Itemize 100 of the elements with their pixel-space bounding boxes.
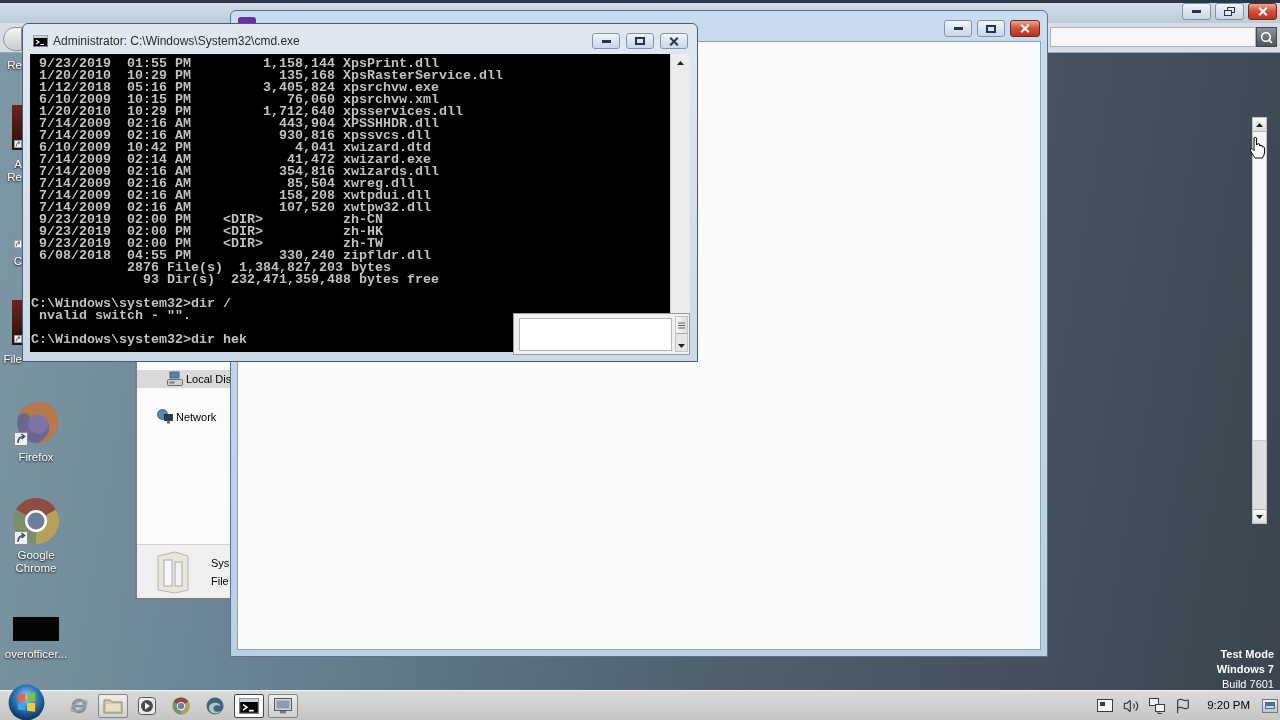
- console-line: 7/14/2009 02:14 AM 41,472 xwizard.exe: [39, 154, 431, 166]
- close-button[interactable]: [1248, 3, 1277, 20]
- icon-label: File: [3, 353, 22, 366]
- console-line: 9/23/2019 02:00 PM <DIR> zh-TW: [39, 238, 383, 250]
- caret-down-icon: [678, 344, 685, 348]
- minimize-button[interactable]: [1182, 3, 1211, 20]
- console-line: 7/14/2009 02:16 AM 158,208 xwtpdui.dll: [39, 190, 431, 202]
- speaker-icon[interactable]: [1123, 697, 1140, 714]
- play-icon: [138, 696, 156, 715]
- minimize-icon: [601, 39, 611, 43]
- console-line: 93 Dir(s) 232,471,359,488 bytes free: [143, 274, 439, 286]
- caret-down-icon: [1256, 514, 1263, 519]
- icon-label: overofficer...: [4, 648, 68, 661]
- network-icon: [157, 409, 173, 425]
- taskbar-button[interactable]: [234, 693, 264, 718]
- chrome-icon: [172, 696, 190, 715]
- caret-up-icon: [1256, 122, 1263, 127]
- file-thumbnail-icon[interactable]: [13, 617, 59, 641]
- swirl-icon: [206, 696, 224, 715]
- flag-icon[interactable]: [1175, 697, 1192, 714]
- search-icon: [1260, 30, 1273, 44]
- scroll-thumb[interactable]: [676, 317, 687, 334]
- close-icon: [1020, 24, 1030, 33]
- maximize-icon: [986, 24, 996, 33]
- close-button[interactable]: [660, 33, 688, 49]
- icon-label: Firefox: [18, 451, 54, 464]
- shortcut-arrow-icon: [14, 138, 22, 150]
- icon-label: Re: [7, 59, 22, 72]
- minimize-icon: [1192, 10, 1201, 13]
- terminal-icon: [239, 697, 259, 714]
- taskbar-button[interactable]: [268, 693, 298, 718]
- caret-up-icon: [677, 60, 684, 65]
- console-line: 9/23/2019 01:55 PM 1,158,144 XpsPrint.dll: [39, 58, 439, 70]
- system-notice-text: Build 7601: [1222, 677, 1274, 692]
- minimize-button[interactable]: [592, 33, 620, 49]
- folder-icon: [155, 549, 190, 594]
- hand-cursor-icon: [1249, 136, 1266, 159]
- windows-logo-icon: [7, 684, 45, 720]
- start-button[interactable]: [7, 684, 45, 720]
- console-line: 7/14/2009 02:16 AM 354,816 xwizards.dll: [39, 166, 439, 178]
- search-field[interactable]: [1050, 27, 1256, 47]
- scrollbar[interactable]: [675, 316, 688, 352]
- console-line: 6/10/2009 10:42 PM 4,041 xwizard.dtd: [39, 142, 431, 154]
- console-line: nvalid switch - "".: [39, 310, 191, 322]
- chrome-icon[interactable]: [12, 497, 60, 545]
- restore-button[interactable]: [1215, 3, 1244, 20]
- clock-time[interactable]: 9:20 PM: [1207, 696, 1250, 715]
- console-line: 1/20/2010 10:29 PM 135,168 XpsRasterService.dll: [39, 70, 503, 82]
- restore-icon: [1224, 7, 1235, 16]
- console-line: 7/14/2009 02:16 AM 443,904 XPSSHHDR.dll: [39, 118, 439, 130]
- console-line: 9/23/2019 02:00 PM <DIR> zh-CN: [39, 214, 383, 226]
- search-button[interactable]: [1256, 27, 1277, 47]
- icon-label: A Re: [6, 158, 22, 184]
- desktop-preview-icon: [1265, 702, 1275, 709]
- system-notice-text: Windows 7: [1216, 662, 1274, 677]
- console-line: 1/12/2018 05:16 PM 3,405,824 xpsrchvw.exe: [39, 82, 439, 94]
- show-desktop-button[interactable]: [1262, 698, 1278, 713]
- system-notice-text: Test Mode: [1220, 647, 1274, 662]
- shortcut-arrow-icon: [14, 432, 28, 446]
- console-line: 6/08/2018 04:55 PM 330,240 zipfldr.dll: [39, 250, 431, 262]
- minimize-icon: [953, 27, 963, 30]
- nav-item[interactable]: Local Dis: [137, 370, 230, 388]
- maximize-button[interactable]: [626, 33, 654, 49]
- minimize-button[interactable]: [944, 20, 972, 37]
- scroll-up-button[interactable]: [1253, 118, 1266, 132]
- nav-item[interactable]: Network: [137, 408, 230, 426]
- console-line: 7/14/2009 02:16 AM 930,816 xpssvcs.dll: [39, 130, 431, 142]
- shortcut-arrow-icon: [14, 333, 22, 345]
- terminal-icon: [33, 35, 48, 47]
- grip-icon: [678, 321, 685, 329]
- console-line: C:\Windows\system32>dir /: [31, 298, 231, 310]
- icon-label: Google Chrome: [14, 549, 58, 575]
- close-icon: [1257, 7, 1268, 16]
- console-line: 6/10/2009 10:15 PM 76,060 xpsrchvw.xml: [39, 94, 439, 106]
- console-line: 7/14/2009 02:16 AM 107,520 xwtpw32.dll: [39, 202, 431, 214]
- window-title: Administrator: C:\Windows\System32\cmd.exe: [53, 33, 300, 49]
- maximize-icon: [635, 37, 645, 45]
- back-button[interactable]: [3, 27, 22, 51]
- scroll-down-button[interactable]: [676, 341, 687, 351]
- console-line: 2876 File(s) 1,384,827,203 bytes: [127, 262, 391, 274]
- scrollbar[interactable]: [1252, 117, 1267, 524]
- scroll-thumb[interactable]: [1253, 132, 1266, 441]
- folder-icon: [103, 697, 123, 714]
- console-line: 1/20/2010 10:29 PM 1,712,640 xpsservices.dll: [39, 106, 463, 118]
- console-line: 7/14/2009 02:16 AM 85,504 xwreg.dll: [39, 178, 415, 190]
- details-text: Sys: [211, 555, 230, 571]
- close-button[interactable]: [1010, 20, 1040, 37]
- network-icon[interactable]: [1149, 697, 1166, 714]
- monitor-icon: [274, 697, 292, 714]
- details-text: File: [211, 573, 229, 589]
- close-icon: [669, 36, 679, 46]
- shortcut-arrow-icon: [14, 531, 28, 545]
- app-icon: [238, 17, 256, 23]
- console-line: C:\Windows\system32>dir hek: [31, 334, 247, 346]
- maximize-button[interactable]: [977, 20, 1005, 37]
- scroll-down-button[interactable]: [1253, 509, 1266, 523]
- console-line: 9/23/2019 02:00 PM <DIR> zh-HK: [39, 226, 383, 238]
- icon-label: C: [13, 255, 22, 268]
- window-icon[interactable]: [1097, 699, 1114, 712]
- drive-icon: [167, 371, 183, 387]
